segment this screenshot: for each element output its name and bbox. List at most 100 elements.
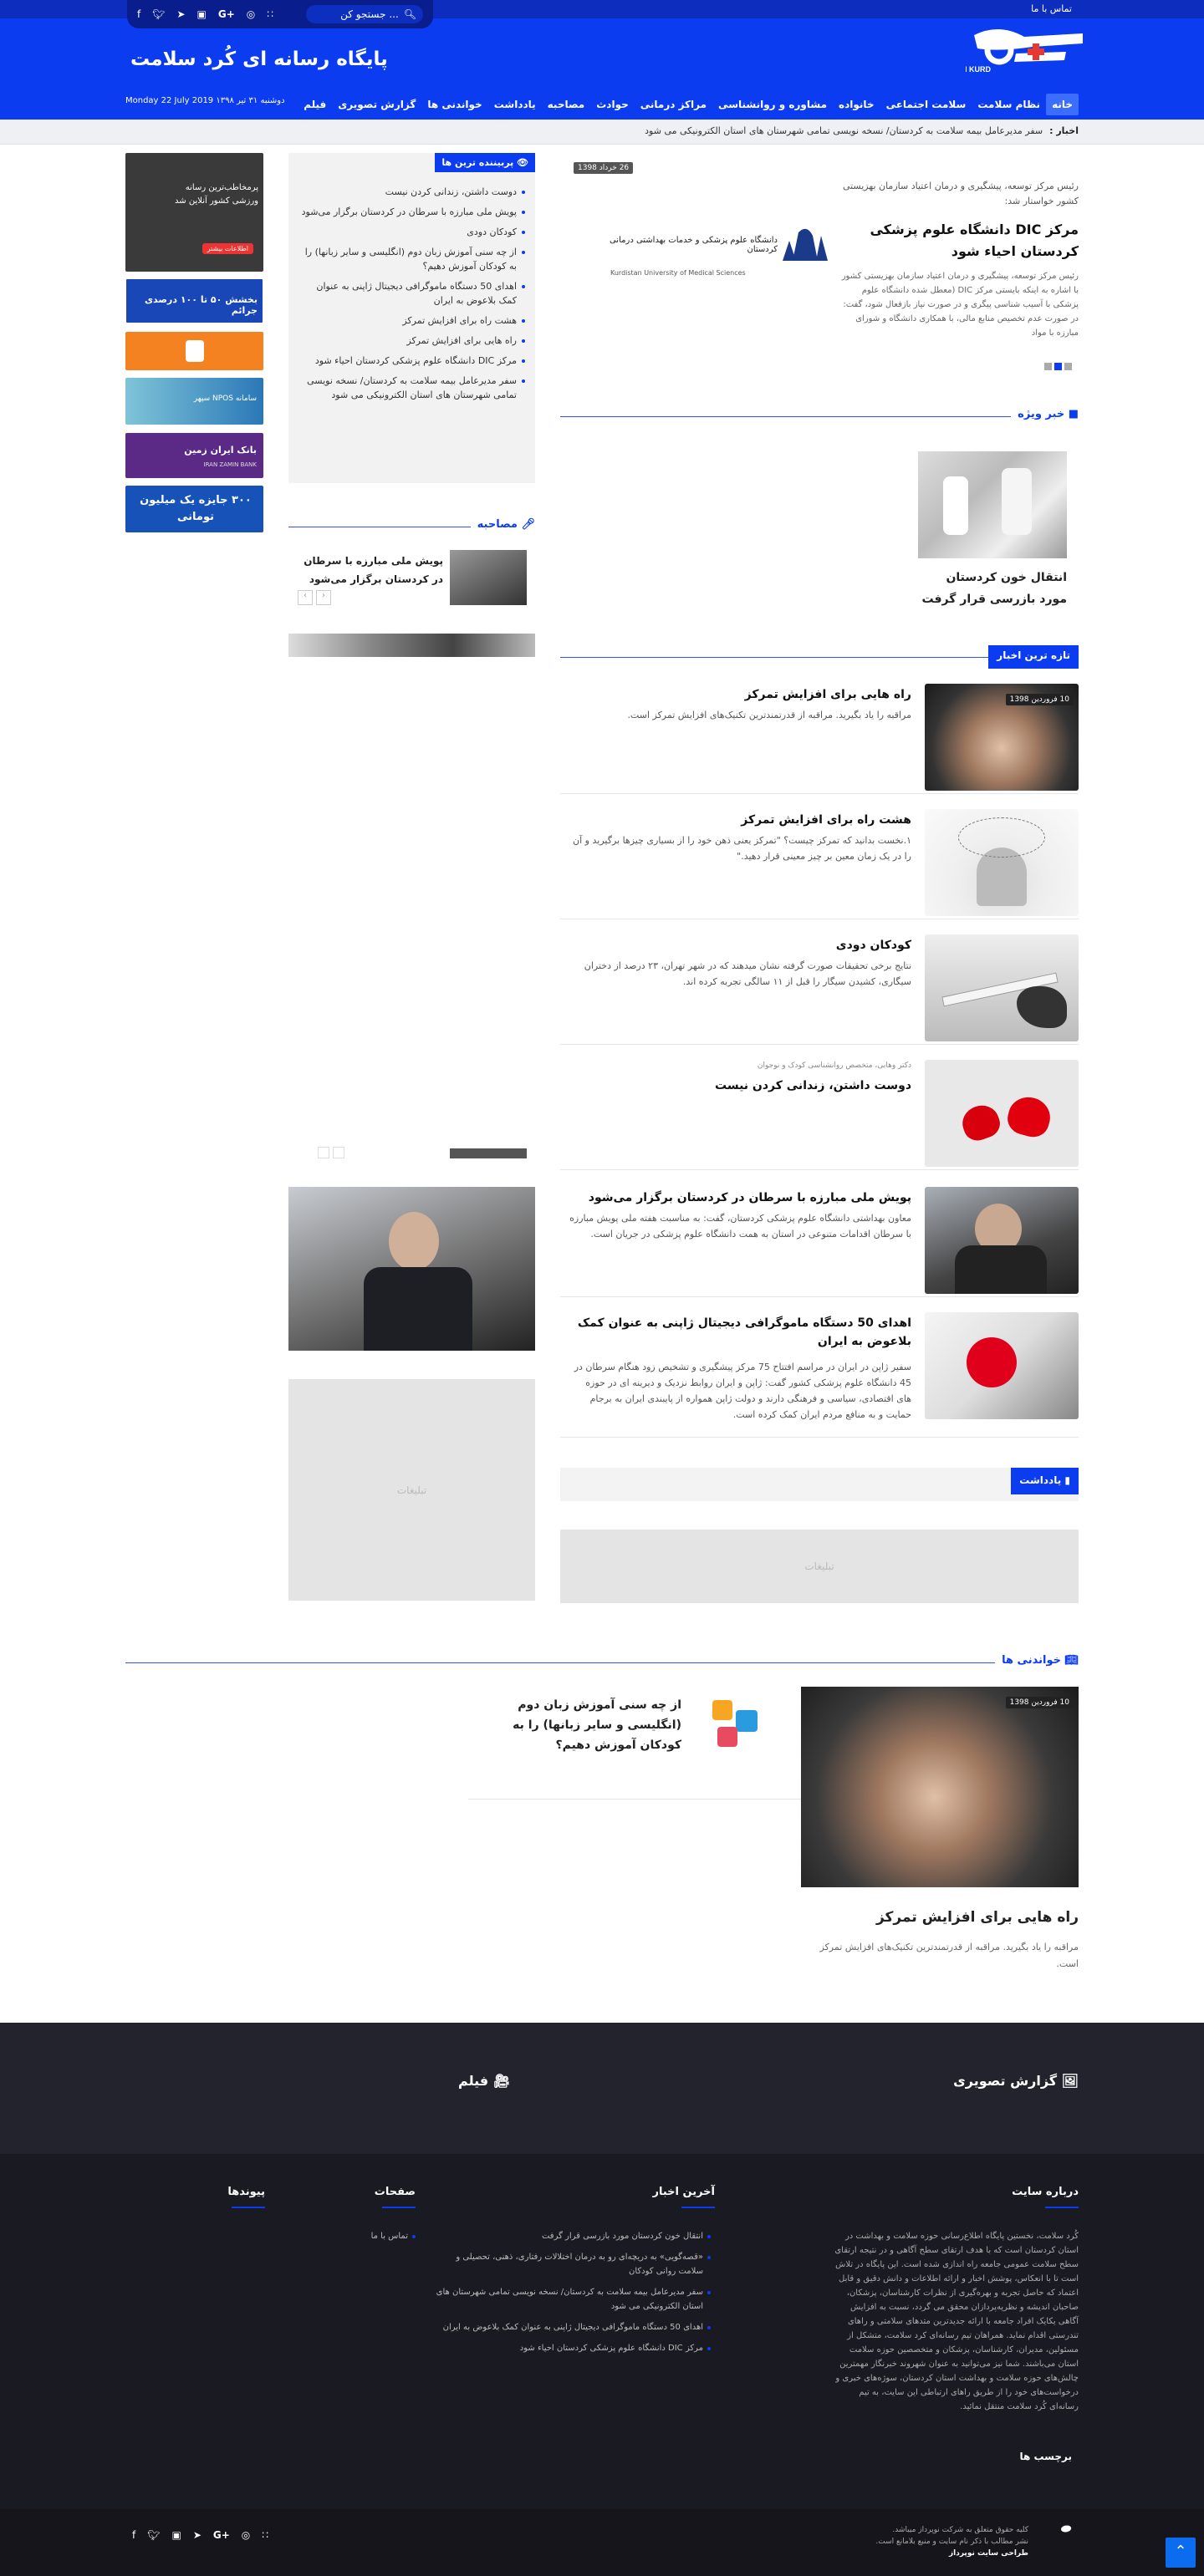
news-item[interactable]: کودکان دودی نتایج برخی تحقیقات صورت گرفت… [560,934,1079,1045]
interview-title: 🎤︎ مصاحبه [470,518,535,531]
footer-logo[interactable]: ⬬ [1040,2523,1090,2541]
news-item[interactable]: هشت راه برای افزایش تمرکز ۱.نخست بدانید … [560,809,1079,919]
slider-dot-active[interactable] [1054,363,1062,370]
special-news-title-text[interactable]: انتقال خون کردستان مورد بازرسی قرار گرفت [918,567,1067,610]
news-thumb[interactable] [925,1187,1079,1294]
footer-page-link[interactable]: تماس با ما [315,2229,416,2243]
site-logo[interactable]: HEALTH KURD [966,27,1091,77]
special-news-image[interactable] [918,451,1067,558]
facebook-icon[interactable]: f [137,8,140,20]
interview-large-image[interactable] [288,1187,535,1351]
dribbble-icon[interactable]: ◎ [242,2529,250,2541]
slider-image[interactable]: 26 خرداد 1398 دانشگاه علوم پزشکی و خدمات… [560,159,828,368]
twitter-icon[interactable]: 🐦︎ [147,2529,160,2541]
prev-arrow-icon[interactable]: ‹ [298,590,313,605]
news-thumb[interactable] [925,934,1079,1041]
instagram-icon[interactable]: ▣ [171,2529,181,2541]
news-title[interactable]: دوست داشتن، زندانی کردن نیست [569,1077,911,1095]
readings-side-title[interactable]: از چه سنی آموزش زبان دوم (انگلیسی و سایر… [468,1695,681,1755]
footer-latest-item[interactable]: انتقال خون کردستان مورد بازرسی قرار گرفت [435,2229,711,2243]
contact-link[interactable]: تماس با ما [1031,3,1072,14]
nav-readings[interactable]: خواندنی ها [421,94,487,115]
nav-counseling[interactable]: مشاوره و روانشناسی [712,94,833,115]
slider-dot[interactable] [1064,363,1072,370]
interview-thumb[interactable] [450,550,527,605]
ad-banner-npos[interactable]: سامانه NPOS سپهر [125,378,263,425]
popular-item[interactable]: از چه سنی آموزش زبان دوم (انگلیسی و سایر… [297,245,525,273]
rss-icon[interactable]: ∷ [267,8,273,20]
popular-item[interactable]: مرکز DIC دانشگاه علوم پزشکی کردستان احیا… [297,354,525,368]
footer-latest-item[interactable]: اهدای 50 دستگاه ماموگرافی دیجیتال ژاپنی … [435,2320,711,2334]
popular-item[interactable]: اهدای 50 دستگاه ماموگرافی دیجیتال ژاپنی … [297,279,525,308]
telegram-icon[interactable]: ➤ [193,2529,202,2541]
footer-latest-item[interactable]: مرکز DIC دانشگاه علوم پزشکی کردستان احیا… [435,2341,711,2355]
next-arrow-icon[interactable]: › [316,590,331,605]
nav-family[interactable]: خانواده [833,94,880,115]
nav-health-system[interactable]: نظام سلامت [972,94,1046,115]
slider-title[interactable]: مرکز DIC دانشگاه علوم پزشکی کردستان احیا… [840,219,1079,262]
ad-banner-prize[interactable]: ۳۰۰ جایزه یک میلیون تومانی [125,486,263,532]
rss-icon[interactable]: ∷ [262,2529,268,2541]
news-title[interactable]: هشت راه برای افزایش تمرکز [569,811,911,829]
news-title[interactable]: پویش ملی مبارزه با سرطان در کردستان برگز… [569,1189,911,1207]
ad-banner-sports[interactable]: پرمخاطب‌ترین رسانه ورزشی کشور آنلاین شد … [125,153,263,272]
designer-link[interactable]: طراحی سایت نوپرداز [875,2548,1028,2559]
readings-side-thumb[interactable] [701,1692,773,1755]
instagram-icon[interactable]: ▣ [197,8,207,20]
gallery-link[interactable]: 🖼︎ گزارش تصویری [953,2073,1079,2089]
nav-medical-centers[interactable]: مراکز درمانی [635,94,712,115]
nav-social-health[interactable]: سلامت اجتماعی [880,94,972,115]
readings-main-title[interactable]: راه هایی برای افزایش تمرکز [801,1909,1079,1926]
news-item[interactable]: دکتر وهابی، متخصص روانشناسی کودک و نوجوا… [560,1060,1079,1170]
news-thumb[interactable] [925,809,1079,916]
news-title[interactable]: راه هایی برای افزایش تمرکز [569,685,911,704]
telegram-icon[interactable]: ➤ [176,8,185,20]
search-input[interactable]: جستجو کن ... [340,8,399,20]
ad-banner-iranzamin[interactable]: بانک ایران زمین IRAN ZAMIN BANK [125,433,263,478]
google-plus-icon[interactable]: G+ [213,2529,230,2541]
interview-item-title[interactable]: پویش ملی مبارزه با سرطان در کردستان برگز… [303,552,443,588]
news-title[interactable]: اهدای 50 دستگاه ماموگرافی دیجیتال ژاپنی … [569,1314,911,1351]
readings-main-image[interactable]: 10 فروردین 1398 [801,1687,1079,1887]
footer-latest-item[interactable]: سفر مدیرعامل بیمه سلامت به کردستان/ نسخه… [435,2285,711,2314]
news-item[interactable]: 10 فروردین 1398 راه هایی برای افزایش تمر… [560,684,1079,794]
popular-item[interactable]: پویش ملی مبارزه با سرطان در کردستان برگز… [297,205,525,219]
nav-notes[interactable]: یادداشت [488,94,542,115]
nav-film[interactable]: فیلم [298,94,332,115]
search-icon[interactable]: 🔍︎ [404,8,416,20]
ad-banner-orange[interactable] [125,332,263,370]
news-thumb[interactable] [925,1312,1079,1419]
popular-item[interactable]: کودکان دودی [297,225,525,239]
news-title[interactable]: کودکان دودی [569,936,911,955]
footer-social: f 🐦︎ ▣ ➤ G+ ◎ ∷ [132,2529,268,2541]
news-item[interactable]: اهدای 50 دستگاه ماموگرافی دیجیتال ژاپنی … [560,1312,1079,1438]
popular-item[interactable]: هشت راه برای افزایش تمرکز [297,313,525,328]
popular-item[interactable]: راه هایی برای افزایش تمرکز [297,333,525,348]
nav-home[interactable]: خانه [1046,94,1079,115]
back-to-top-button[interactable]: ⌃ [1166,2538,1196,2568]
note-header: ▮ یادداشت [560,1468,1079,1501]
nav-interview[interactable]: مصاحبه [542,94,591,115]
news-thumb[interactable] [925,1060,1079,1167]
nav-gallery[interactable]: گزارش تصویری [332,94,421,115]
ad-button[interactable]: اطلاعات بیشتر [202,243,253,254]
google-plus-icon[interactable]: G+ [218,8,235,20]
ad-banner-fines[interactable]: بخشش ۵۰ تا ۱۰۰ درصدی جرائم [125,278,263,323]
next-arrow-icon[interactable] [333,1147,344,1158]
nav-accidents[interactable]: حوادث [590,94,635,115]
ticker-text[interactable]: سفر مدیرعامل بیمه سلامت به کردستان/ نسخه… [645,125,1043,136]
search-box[interactable]: جستجو کن ... 🔍︎ [306,5,423,23]
twitter-icon[interactable]: 🐦︎ [152,8,165,20]
news-ticker: اخبار : سفر مدیرعامل بیمه سلامت به کردست… [645,125,1079,136]
footer-latest-item[interactable]: «قصه‌گویی» به دریچه‌ای رو به درمان اختلا… [435,2250,711,2278]
popular-item[interactable]: دوست داشتن، زندانی کردن نیست [297,185,525,199]
facebook-icon[interactable]: f [132,2529,135,2541]
dribbble-icon[interactable]: ◎ [247,8,255,20]
news-thumb[interactable]: 10 فروردین 1398 [925,684,1079,791]
film-link[interactable]: 🎥︎ فیلم [458,2073,510,2089]
popular-item[interactable]: سفر مدیرعامل بیمه سلامت به کردستان/ نسخه… [297,374,525,402]
slider-dot[interactable] [1044,363,1052,370]
ad-text: بخشش ۵۰ تا ۱۰۰ درصدی جرائم [144,294,258,316]
news-item[interactable]: پویش ملی مبارزه با سرطان در کردستان برگز… [560,1187,1079,1297]
prev-arrow-icon[interactable] [318,1147,329,1158]
